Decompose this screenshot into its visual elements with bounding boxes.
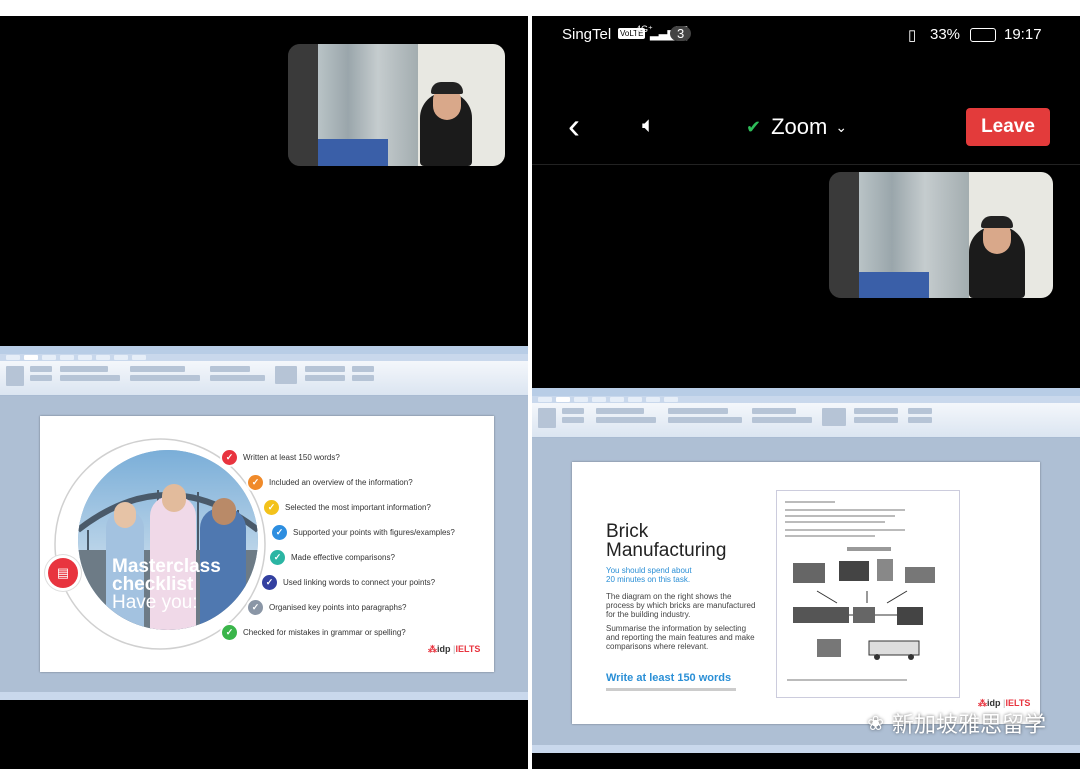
slide-masterclass[interactable]: Masterclass checklist Have you: ▤ ✓ Writt… (40, 416, 494, 672)
watermark-text: 新加坡雅思留学 (891, 712, 1046, 737)
shield-check-icon: ✔ (746, 116, 762, 137)
battery-percent: 33% (930, 26, 961, 43)
right-screen: SingTel VoLTE 4G⁺ ▂▃▅▇ 3 ▯ 33% 19:17 ‹ 🔈… (532, 16, 1080, 769)
notification-count: 3 (670, 26, 692, 41)
battery-icon (970, 28, 996, 42)
header-divider (532, 164, 1080, 165)
vibrate-icon: ▯ (908, 27, 917, 44)
check-icon: ✓ (270, 549, 285, 565)
summarise-instruction: Summarise the information by selecting a… (606, 624, 755, 651)
footnote (606, 688, 736, 691)
phone-status-bar: SingTel VoLTE 4G⁺ ▂▃▅▇ 3 ▯ 33% 19:17 (532, 16, 1080, 54)
check-icon: ✓ (222, 449, 237, 465)
title-bar (0, 346, 528, 354)
zoom-meeting-bar: ‹ 🔈︎ ✔ Zoom ⌄ Leave (532, 102, 1080, 164)
checklist-item-label: Organised key points into paragraphs? (269, 602, 407, 612)
checklist-item-label: Supported your points with figures/examp… (293, 527, 455, 537)
checklist-item-label: Selected the most important information? (285, 502, 431, 512)
chevron-down-icon: ⌄ (835, 118, 848, 135)
brick-title: Brick Manufacturing (606, 522, 726, 560)
slide-work-area: Brick Manufacturing You should spend abo… (532, 438, 1080, 745)
title-line-3: Have you: (112, 592, 198, 613)
checklist-item: ✓ Organised key points into paragraphs? (248, 598, 406, 616)
participant-video-thumbnail[interactable] (829, 172, 1053, 298)
left-screen: Masterclass checklist Have you: ▤ ✓ Writt… (0, 16, 528, 769)
brick-process-diagram (787, 547, 935, 681)
ribbon-toolbar[interactable] (532, 403, 1080, 438)
ribbon-toolbar[interactable] (0, 361, 528, 396)
checklist-item-label: Included an overview of the information? (269, 477, 413, 487)
check-icon: ✓ (264, 499, 279, 515)
powerpoint-window-brick: Brick Manufacturing You should spend abo… (532, 388, 1080, 753)
title-line-2: Manufacturing (606, 540, 727, 561)
masterclass-title: Masterclass checklist Have you: (112, 557, 221, 613)
slide-brick-manufacturing[interactable]: Brick Manufacturing You should spend abo… (572, 462, 1040, 724)
powerpoint-window-masterclass: Masterclass checklist Have you: ▤ ✓ Writt… (0, 346, 528, 700)
back-arrow-icon[interactable]: ‹ (568, 106, 580, 146)
title-line-1: Brick (606, 521, 649, 542)
check-icon: ✓ (222, 624, 237, 640)
diagram-instruction: The diagram on the right shows the proce… (606, 592, 756, 619)
video-feed (288, 44, 505, 166)
checklist-item-label: Written at least 150 words? (243, 452, 340, 462)
check-icon: ✓ (272, 524, 287, 540)
checklist-item: ✓ Selected the most important information… (264, 498, 431, 516)
time-instruction: You should spend about 20 minutes on thi… (606, 566, 692, 584)
carrier-name: SingTel (562, 26, 612, 43)
checklist-item: ✓ Made effective comparisons? (270, 548, 395, 566)
word-count-instruction: Write at least 150 words (606, 672, 732, 684)
idp-ielts-logo: ⁂idp |IELTS (428, 644, 481, 654)
wechat-icon: ❀ (867, 712, 884, 735)
checklist-item: ✓ Supported your points with figures/exam… (272, 523, 455, 541)
task-document-image (776, 490, 960, 698)
participant-video-thumbnail[interactable] (288, 44, 505, 166)
meeting-selector[interactable]: ✔ Zoom ⌄ (746, 114, 847, 140)
checklist-item: ✓ Written at least 150 words? (222, 448, 340, 466)
status-bar (0, 692, 528, 700)
meeting-name: Zoom (771, 114, 828, 139)
checklist-item-label: Used linking words to connect your point… (283, 577, 436, 587)
title-bar (532, 388, 1080, 396)
checklist-item: ✓ Included an overview of the information… (248, 473, 413, 491)
document-icon: ▤ (48, 558, 78, 588)
checklist-item-label: Checked for mistakes in grammar or spell… (243, 627, 406, 637)
check-icon: ✓ (262, 574, 277, 590)
leave-button[interactable]: Leave (966, 108, 1050, 146)
ribbon-tabs[interactable] (532, 396, 1080, 403)
checklist-item: ✓ Used linking words to connect your poin… (262, 573, 435, 591)
ribbon-tabs[interactable] (0, 354, 528, 361)
speaker-icon[interactable]: 🔈︎ (642, 112, 655, 138)
checklist-item: ✓ Checked for mistakes in grammar or spel… (222, 623, 406, 641)
wechat-watermark: ❀ 新加坡雅思留学 (867, 707, 1046, 739)
video-feed (829, 172, 1053, 298)
check-icon: ✓ (248, 474, 263, 490)
slide-work-area: Masterclass checklist Have you: ▤ ✓ Writt… (0, 396, 528, 692)
check-icon: ✓ (248, 599, 263, 615)
clock-time: 19:17 (1004, 26, 1042, 43)
status-bar (532, 745, 1080, 753)
checklist-item-label: Made effective comparisons? (291, 552, 395, 562)
